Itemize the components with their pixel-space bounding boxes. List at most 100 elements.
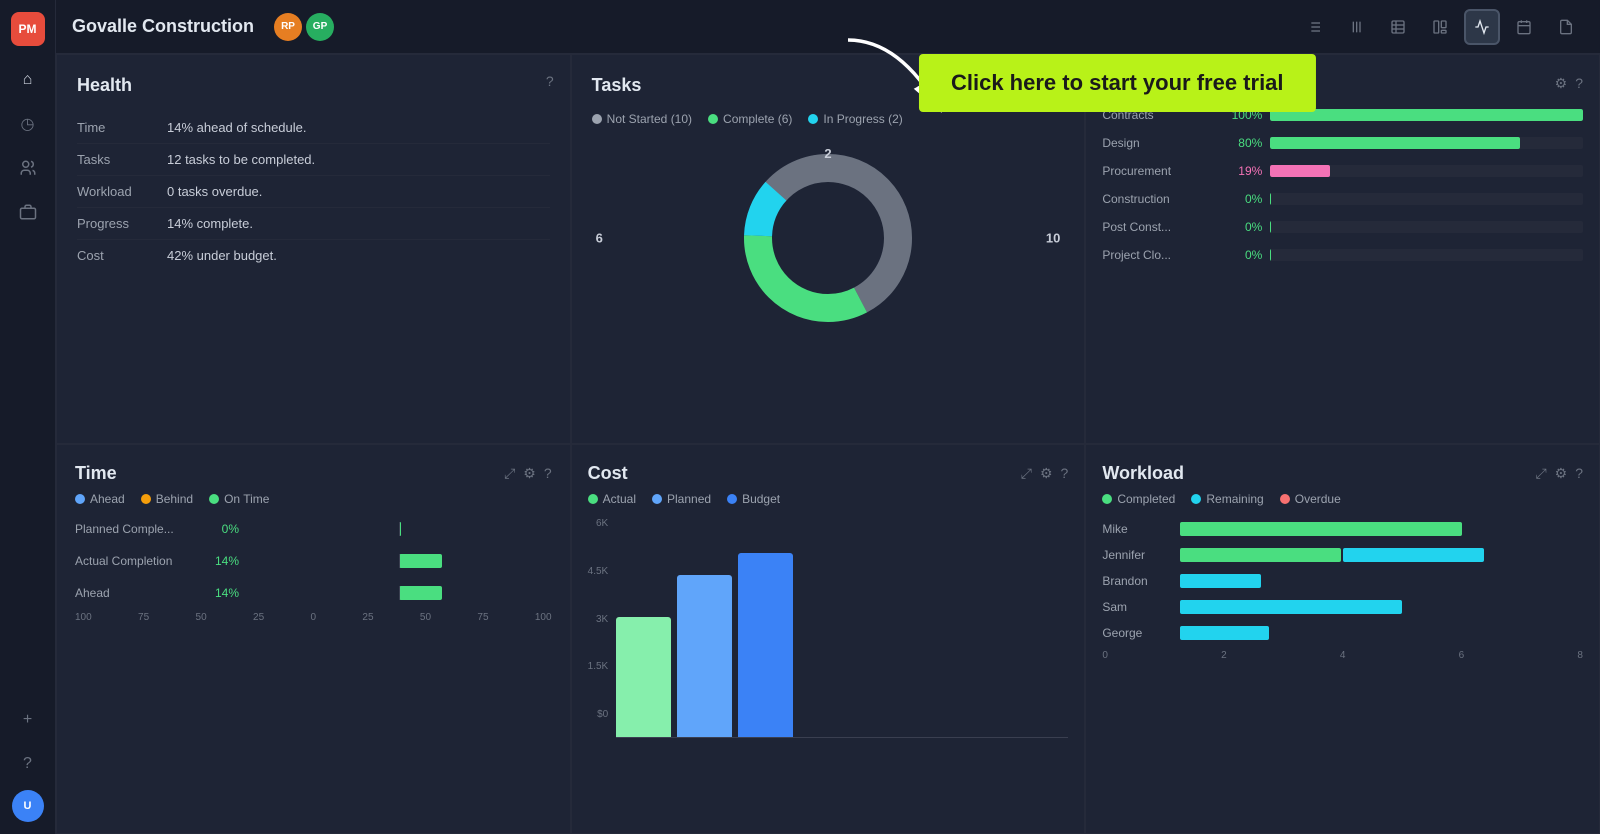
legend-completed: Completed <box>1102 492 1175 506</box>
cost-panel: Cost ⤢ ⚙ ? Actual Planned Budg <box>571 444 1086 834</box>
project-avatars: RP GP <box>274 13 334 41</box>
help-icon-cost[interactable]: ? <box>1061 465 1069 482</box>
app-logo[interactable]: PM <box>11 12 45 46</box>
legend-dot-complete <box>708 114 718 124</box>
time-rows: Planned Comple... 0% Actual Completion 1… <box>75 522 552 600</box>
health-value-workload: 0 tasks overdue. <box>167 176 550 208</box>
doc-view-button[interactable] <box>1548 9 1584 45</box>
legend-in-progress: In Progress (2) <box>808 112 902 126</box>
cost-title: Cost <box>588 463 628 484</box>
health-row-tasks: Tasks 12 tasks to be completed. <box>77 144 550 176</box>
tasks-panel: Tasks Not Started (10) Complete (6) In P… <box>571 54 1086 444</box>
calendar-view-button[interactable] <box>1506 9 1542 45</box>
project-title: Govalle Construction <box>72 16 254 37</box>
donut-label-top: 2 <box>824 146 831 161</box>
avatar-gp[interactable]: GP <box>306 13 334 41</box>
sidebar-item-add[interactable]: + <box>10 702 46 738</box>
cost-bars <box>616 553 1068 738</box>
time-panel: Time ⤢ ⚙ ? Ahead Behind On Tim <box>56 444 571 834</box>
task-bar-construction: Construction 0% <box>1102 192 1583 206</box>
health-value-time: 14% ahead of schedule. <box>167 112 550 144</box>
workload-row-mike: Mike <box>1102 522 1583 536</box>
workload-rows: Mike Jennifer Brandon <box>1102 522 1583 640</box>
cost-bar-budget <box>738 553 793 737</box>
tasks-progress-panel: ⚙ ? Contracts 100% Design 80% Proc <box>1085 54 1600 444</box>
tasks-legend: Not Started (10) Complete (6) In Progres… <box>592 112 1065 126</box>
view-toolbar <box>1296 9 1584 45</box>
sidebar-item-briefcase[interactable] <box>10 194 46 230</box>
cost-bar-actual <box>616 617 671 737</box>
health-label-time: Time <box>77 112 167 144</box>
dashboard-grid: Health ? Time 14% ahead of schedule. Tas… <box>56 54 1600 834</box>
table-view-button[interactable] <box>1380 9 1416 45</box>
legend-not-started: Not Started (10) <box>592 112 692 126</box>
legend-remaining: Remaining <box>1191 492 1263 506</box>
user-avatar[interactable]: U <box>12 790 44 822</box>
health-row-workload: Workload 0 tasks overdue. <box>77 176 550 208</box>
help-icon-workload[interactable]: ? <box>1575 465 1583 482</box>
settings-icon-cost[interactable]: ⚙ <box>1040 465 1053 482</box>
chart-view-button[interactable] <box>1464 9 1500 45</box>
workload-row-brandon: Brandon <box>1102 574 1583 588</box>
legend-behind: Behind <box>141 492 193 506</box>
free-trial-banner[interactable]: Click here to start your free trial <box>919 54 1316 112</box>
health-label-cost: Cost <box>77 240 167 272</box>
help-icon-tasks[interactable]: ? <box>1575 75 1583 92</box>
cost-legend: Actual Planned Budget <box>588 492 1069 506</box>
time-x-axis: 100 75 50 25 0 25 50 75 100 <box>75 612 552 623</box>
workload-x-axis: 0 2 4 6 8 <box>1102 650 1583 661</box>
workload-title: Workload <box>1102 463 1184 484</box>
time-row-planned: Planned Comple... 0% <box>75 522 552 536</box>
board-view-button[interactable] <box>1422 9 1458 45</box>
task-bar-post-const: Post Const... 0% <box>1102 220 1583 234</box>
workload-row-sam: Sam <box>1102 600 1583 614</box>
expand-icon-time[interactable]: ⤢ <box>504 465 515 482</box>
time-row-actual: Actual Completion 14% <box>75 554 552 568</box>
cost-bar-planned <box>677 575 732 737</box>
settings-icon-tasks[interactable]: ⚙ <box>1555 75 1568 92</box>
legend-overdue: Overdue <box>1280 492 1341 506</box>
health-row-progress: Progress 14% complete. <box>77 208 550 240</box>
health-row-cost: Cost 42% under budget. <box>77 240 550 272</box>
health-value-progress: 14% complete. <box>167 208 550 240</box>
avatar-rp[interactable]: RP <box>274 13 302 41</box>
legend-ahead: Ahead <box>75 492 125 506</box>
workload-row-jennifer: Jennifer <box>1102 548 1583 562</box>
health-panel: Health ? Time 14% ahead of schedule. Tas… <box>56 54 571 444</box>
panel-icons-tasks-right: ⚙ ? <box>1555 75 1583 92</box>
gantt-view-button[interactable] <box>1338 9 1374 45</box>
help-icon-time[interactable]: ? <box>544 465 552 482</box>
health-label-progress: Progress <box>77 208 167 240</box>
legend-budget: Budget <box>727 492 780 506</box>
main-content: Govalle Construction RP GP <box>56 0 1600 834</box>
workload-legend: Completed Remaining Overdue <box>1102 492 1583 506</box>
sidebar: PM ⌂ ◷ + ? U <box>0 0 56 834</box>
settings-icon-time[interactable]: ⚙ <box>523 465 536 482</box>
expand-icon-cost[interactable]: ⤢ <box>1021 465 1032 482</box>
health-help-icon[interactable]: ? <box>546 73 554 89</box>
task-bar-project-close: Project Clo... 0% <box>1102 248 1583 262</box>
legend-dot-in-progress <box>808 114 818 124</box>
sidebar-item-users[interactable] <box>10 150 46 186</box>
legend-dot-not-started <box>592 114 602 124</box>
legend-actual: Actual <box>588 492 636 506</box>
cost-chart: 6K 4.5K 3K 1.5K $0 <box>588 518 1069 738</box>
time-title: Time <box>75 463 117 484</box>
panel-icons-cost: ⤢ ⚙ ? <box>1021 465 1069 482</box>
list-view-button[interactable] <box>1296 9 1332 45</box>
expand-icon-workload[interactable]: ⤢ <box>1535 465 1546 482</box>
sidebar-item-help[interactable]: ? <box>10 746 46 782</box>
time-row-ahead: Ahead 14% <box>75 586 552 600</box>
task-bar-design: Design 80% <box>1102 136 1583 150</box>
legend-on-time: On Time <box>209 492 269 506</box>
sidebar-item-home[interactable]: ⌂ <box>10 62 46 98</box>
sidebar-item-clock[interactable]: ◷ <box>10 106 46 142</box>
health-label-workload: Workload <box>77 176 167 208</box>
time-legend: Ahead Behind On Time <box>75 492 552 506</box>
donut-label-right: 10 <box>1046 231 1060 246</box>
workload-panel: Workload ⤢ ⚙ ? Completed Remaining <box>1085 444 1600 834</box>
health-title: Health <box>77 75 550 96</box>
health-row-time: Time 14% ahead of schedule. <box>77 112 550 144</box>
donut-chart <box>728 138 928 338</box>
settings-icon-workload[interactable]: ⚙ <box>1555 465 1568 482</box>
